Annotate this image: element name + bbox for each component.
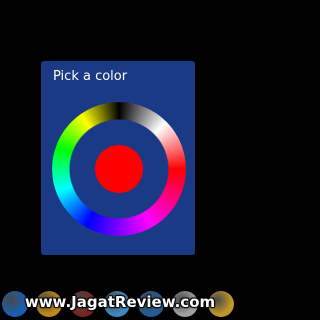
color-picker — [52, 102, 186, 236]
screen: Pick a color www.JagatReview.com — [0, 0, 240, 320]
watermark: www.JagatReview.com — [24, 293, 216, 311]
color-picker-dialog: Pick a color — [41, 61, 195, 255]
selected-color-button[interactable] — [95, 145, 143, 193]
dialog-title: Pick a color — [53, 69, 128, 84]
